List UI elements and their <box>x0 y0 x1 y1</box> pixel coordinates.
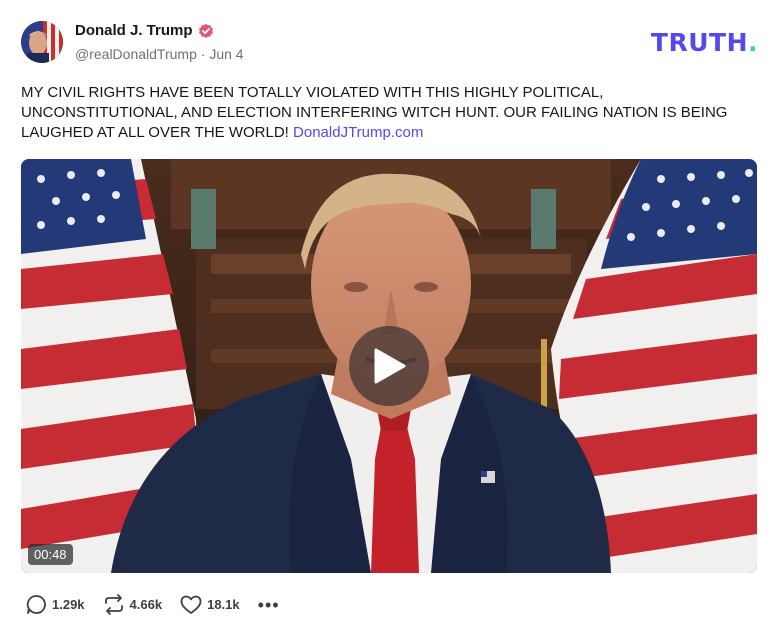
author-row: Donald J. Trump <box>75 22 214 39</box>
play-icon <box>374 348 406 384</box>
post-text: MY CIVIL RIGHTS HAVE BEEN TOTALLY VIOLAT… <box>21 83 757 143</box>
author-handle[interactable]: @realDonaldTrump <box>75 46 197 62</box>
post-date[interactable]: Jun 4 <box>209 46 243 62</box>
logo-dot: . <box>748 28 758 57</box>
logo-text: TRUTH <box>650 28 748 57</box>
video-duration: 00:48 <box>28 544 73 565</box>
action-bar: 1.29k 4.66k 18.1k ••• <box>26 594 280 615</box>
reply-icon <box>26 595 46 614</box>
author-name[interactable]: Donald J. Trump <box>75 22 193 39</box>
handle-row: @realDonaldTrump · Jun 4 <box>75 46 244 62</box>
retruth-button[interactable]: 4.66k <box>103 594 163 615</box>
truth-post: Donald J. Trump @realDonaldTrump · Jun 4… <box>0 0 778 635</box>
reply-count: 1.29k <box>52 597 85 612</box>
truth-social-logo[interactable]: TRUTH. <box>651 28 758 57</box>
more-icon[interactable]: ••• <box>258 596 280 614</box>
post-link[interactable]: DonaldJTrump.com <box>293 124 423 141</box>
video-player[interactable]: 00:48 <box>21 159 757 573</box>
reply-button[interactable]: 1.29k <box>26 594 85 615</box>
like-button[interactable]: 18.1k <box>180 595 240 615</box>
play-button[interactable] <box>349 326 429 406</box>
like-count: 18.1k <box>207 597 240 612</box>
retruth-icon <box>104 594 123 615</box>
avatar-image <box>21 21 63 63</box>
verified-badge-icon <box>198 23 214 39</box>
retruth-count: 4.66k <box>129 597 163 612</box>
heart-icon <box>180 595 202 614</box>
avatar[interactable] <box>21 21 63 63</box>
separator: · <box>200 46 206 62</box>
